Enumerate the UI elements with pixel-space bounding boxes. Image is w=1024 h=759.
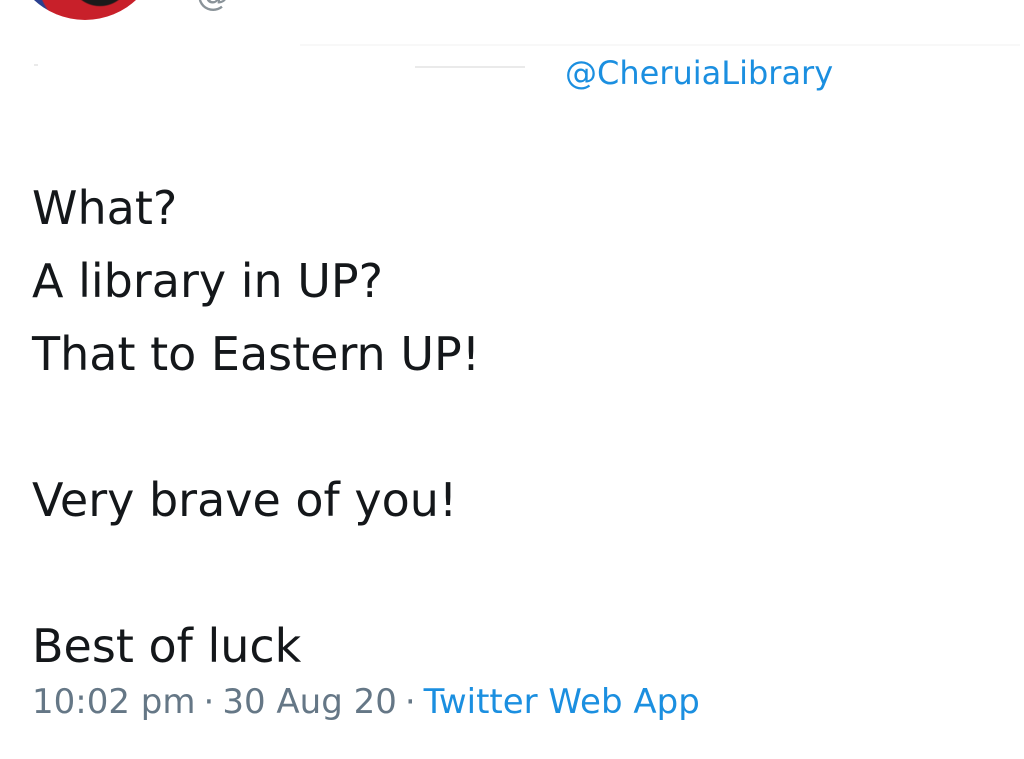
tweet-line: Very brave of you! [32,473,458,527]
tweet-text: What? A library in UP? That to Eastern U… [32,172,992,683]
scan-artifact [34,64,38,66]
tweet-line: That to Eastern UP! [32,327,481,381]
scan-artifact [300,44,1020,46]
tweet-line: What? [32,181,178,235]
tweet-line: Best of luck [32,619,302,673]
scan-artifact [415,66,525,68]
meta-separator: · [203,682,215,722]
reply-to-mention[interactable]: @CheruiaLibrary [565,54,833,92]
tweet-date[interactable]: 30 Aug 20 [222,682,397,722]
tweet-source-link[interactable]: Twitter Web App [424,682,700,722]
tweet-meta: 10:02 pm · 30 Aug 20 · Twitter Web App [32,682,700,722]
tweet-screenshot: @ @CheruiaLibrary What? A library in UP?… [0,0,1024,759]
tweet-line: A library in UP? [32,254,384,308]
user-handle[interactable]: @ [196,0,231,14]
meta-separator: · [404,682,416,722]
tweet-time[interactable]: 10:02 pm [32,682,196,722]
avatar[interactable] [10,0,160,20]
